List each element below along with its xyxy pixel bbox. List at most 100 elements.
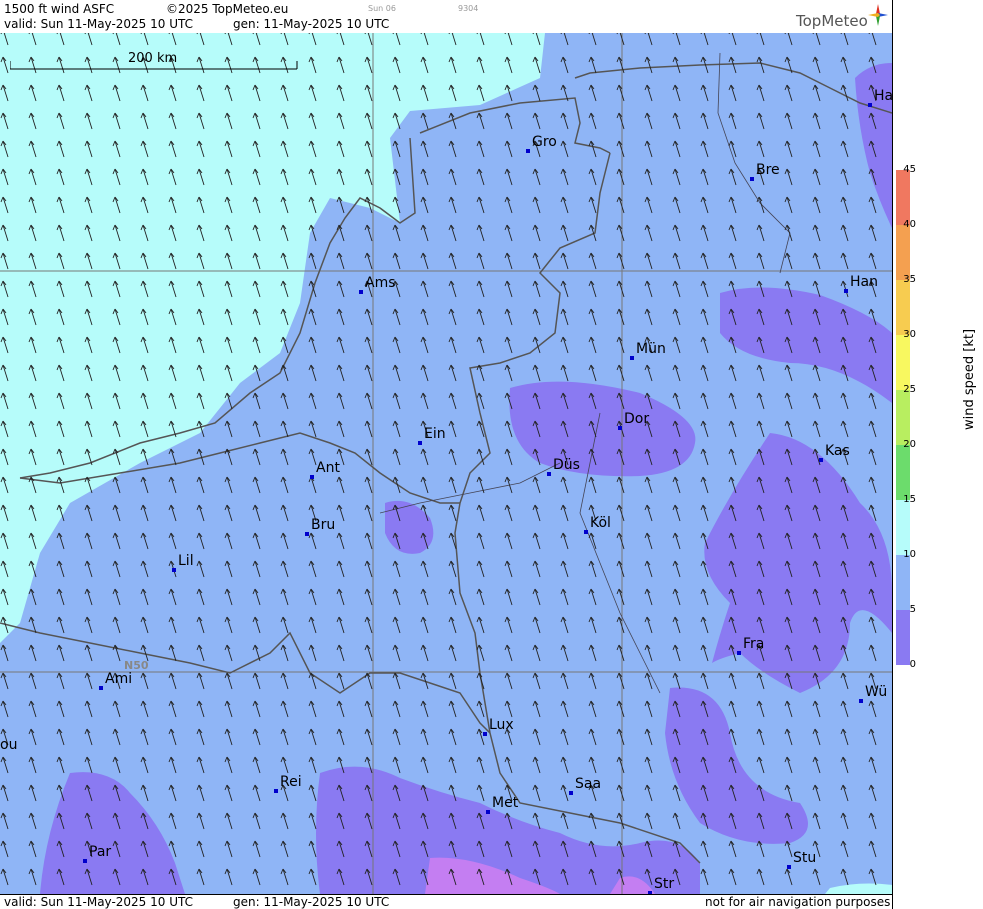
wind-arrow <box>420 196 429 214</box>
wind-arrow <box>0 672 9 690</box>
wind-arrow <box>336 252 345 270</box>
wind-arrow <box>196 476 205 494</box>
wind-arrow <box>364 728 373 746</box>
wind-arrow <box>532 252 541 270</box>
wind-arrow <box>784 196 793 214</box>
wind-arrow <box>672 644 681 662</box>
wind-arrow <box>644 196 653 214</box>
city-label: Kas <box>825 443 850 459</box>
wind-arrow <box>588 84 597 102</box>
wind-arrow <box>224 532 233 550</box>
wind-arrow <box>700 84 709 102</box>
wind-arrow <box>224 504 233 522</box>
wind-arrow <box>700 364 709 382</box>
wind-arrow <box>308 364 317 382</box>
wind-arrow <box>756 224 765 242</box>
wind-arrow <box>504 168 513 186</box>
wind-arrow <box>532 728 541 746</box>
wind-map[interactable]: 200 km N50 Gro Bre Ha Ams Han Mün Ein Dor Ant Düs… <box>0 33 892 894</box>
wind-arrow <box>476 196 485 214</box>
wind-arrow <box>504 308 513 326</box>
wind-arrow <box>336 336 345 354</box>
wind-arrow <box>28 784 37 802</box>
wind-arrow <box>672 112 681 130</box>
wind-arrow <box>616 644 625 662</box>
wind-arrow <box>756 756 765 774</box>
valid-time: valid: Sun 11-May-2025 10 UTC <box>4 17 193 31</box>
wind-arrow <box>616 784 625 802</box>
wind-arrow <box>700 33 709 46</box>
wind-arrow <box>616 112 625 130</box>
wind-arrow <box>532 784 541 802</box>
wind-arrow <box>420 560 429 578</box>
wind-arrow <box>392 392 401 410</box>
wind-arrow <box>196 644 205 662</box>
wind-arrow <box>812 364 821 382</box>
city-marker <box>172 568 176 572</box>
wind-arrow <box>476 616 485 634</box>
wind-arrow <box>560 308 569 326</box>
wind-arrow <box>392 728 401 746</box>
legend-tick-label: 25 <box>903 384 916 395</box>
wind-arrow <box>252 476 261 494</box>
wind-arrow <box>644 56 653 74</box>
wind-arrow <box>336 728 345 746</box>
wind-arrow <box>196 532 205 550</box>
wind-arrow <box>364 700 373 718</box>
wind-arrow <box>532 616 541 634</box>
wind-arrow <box>812 84 821 102</box>
wind-arrow <box>644 364 653 382</box>
wind-arrow <box>280 840 289 858</box>
city-marker <box>359 290 363 294</box>
wind-arrow <box>588 33 597 46</box>
wind-arrow <box>420 224 429 242</box>
wind-arrow <box>728 33 737 46</box>
wind-arrow <box>140 784 149 802</box>
wind-arrow <box>252 756 261 774</box>
wind-arrow <box>364 672 373 690</box>
wind-arrow <box>504 252 513 270</box>
wind-arrow <box>112 616 121 634</box>
wind-zone-5-10 <box>665 687 808 844</box>
wind-arrow <box>504 504 513 522</box>
wind-arrow <box>336 420 345 438</box>
city-label: Str <box>654 876 675 892</box>
wind-arrow <box>644 504 653 522</box>
wind-arrow <box>336 476 345 494</box>
wind-arrow <box>476 532 485 550</box>
wind-arrow <box>84 588 93 606</box>
city-label: Ein <box>424 426 446 442</box>
wind-arrow <box>728 476 737 494</box>
wind-arrow <box>504 588 513 606</box>
wind-arrow <box>728 252 737 270</box>
wind-arrow <box>812 392 821 410</box>
wind-arrow <box>392 224 401 242</box>
wind-arrow <box>0 812 9 830</box>
wind-arrow <box>840 168 849 186</box>
wind-arrow <box>784 364 793 382</box>
wind-arrow <box>476 560 485 578</box>
wind-arrow <box>644 308 653 326</box>
wind-arrow <box>420 644 429 662</box>
wind-arrow <box>812 700 821 718</box>
city-marker <box>844 289 848 293</box>
wind-arrow <box>168 784 177 802</box>
wind-arrow <box>532 560 541 578</box>
wind-arrow <box>364 392 373 410</box>
wind-arrow <box>196 784 205 802</box>
city-label: Gro <box>532 134 557 150</box>
wind-arrow <box>476 588 485 606</box>
city-marker <box>274 789 278 793</box>
wind-arrow <box>84 644 93 662</box>
wind-arrow <box>308 560 317 578</box>
wind-arrow <box>700 224 709 242</box>
wind-arrow <box>700 280 709 298</box>
legend-tick-label: 40 <box>903 219 916 230</box>
wind-arrow <box>224 868 233 886</box>
wind-arrow <box>616 224 625 242</box>
wind-arrow <box>336 644 345 662</box>
footer-gen: gen: 11-May-2025 10 UTC <box>233 895 390 909</box>
wind-arrow <box>532 308 541 326</box>
wind-zone-5-10 <box>720 287 892 403</box>
wind-arrow <box>252 728 261 746</box>
